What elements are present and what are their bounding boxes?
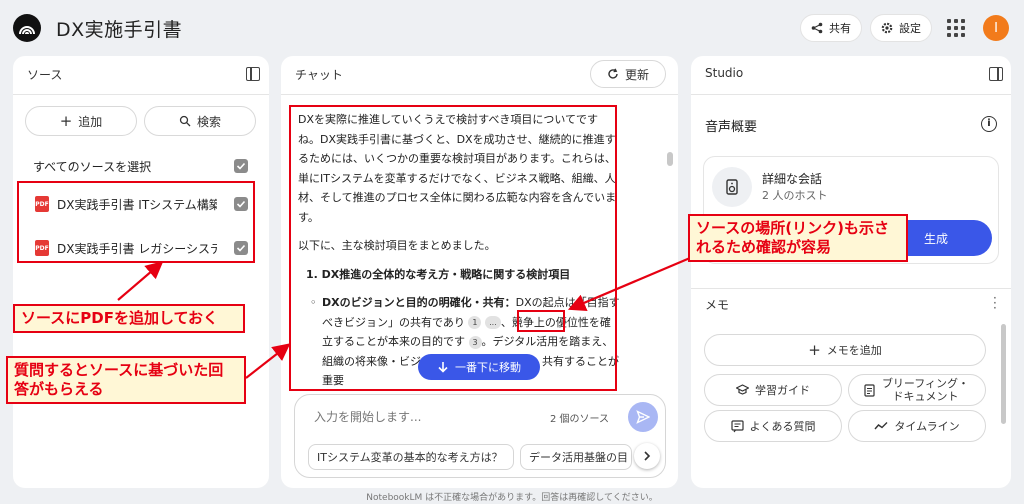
callout-answer: 質問するとソースに基づいた回答がもらえる <box>6 356 246 404</box>
divider <box>691 288 1011 289</box>
briefing-doc-label: ブリーフィング・ドキュメント <box>881 377 970 403</box>
refresh-label: 更新 <box>624 67 649 82</box>
share-button[interactable]: 共有 <box>800 14 862 42</box>
study-guide-label: 学習ガイド <box>755 383 810 397</box>
chat-scrollbar[interactable] <box>667 152 673 166</box>
source-panel-title: ソース <box>27 68 63 82</box>
add-source-label: 追加 <box>78 114 103 129</box>
timeline-button[interactable]: タイムライン <box>848 410 986 442</box>
callout-link: ソースの場所(リンク)も示されるため確認が容易 <box>688 214 908 262</box>
refresh-button[interactable]: 更新 <box>590 60 666 88</box>
divider <box>13 94 269 95</box>
add-memo-label: メモを追加 <box>826 343 882 357</box>
user-avatar[interactable]: I <box>983 15 1009 41</box>
discover-search-icon <box>179 115 191 127</box>
share-icon <box>811 22 823 34</box>
audio-card-title: 詳細な会話 <box>762 172 823 186</box>
share-label: 共有 <box>829 22 851 35</box>
quiz-icon <box>730 419 744 432</box>
studio-scrollbar[interactable] <box>1001 324 1006 424</box>
refresh-icon <box>608 68 618 79</box>
plus-icon: + <box>59 112 73 130</box>
timeline-label: タイムライン <box>894 419 960 433</box>
annotation-answer-box <box>289 105 617 391</box>
select-all-checkbox[interactable] <box>234 159 248 173</box>
callout-add-pdf: ソースにPDFを追加しておく <box>13 304 245 333</box>
send-button[interactable] <box>628 402 658 432</box>
divider <box>281 94 678 95</box>
collapse-panel-icon[interactable] <box>989 67 1003 81</box>
memo-title: メモ <box>705 298 730 312</box>
annotation-sources-box <box>17 181 255 263</box>
source-count: 2 個のソース <box>550 414 610 425</box>
school-icon <box>736 384 749 395</box>
chat-input-placeholder[interactable]: 入力を開始します... <box>314 408 421 425</box>
chat-panel-title: チャット <box>295 68 343 82</box>
speaker-icon <box>712 167 752 207</box>
search-source-label: 検索 <box>196 114 221 129</box>
send-icon <box>636 410 650 424</box>
add-source-button[interactable]: + 追加 <box>25 106 137 136</box>
divider <box>691 94 1011 95</box>
more-vert-icon[interactable]: · · · <box>993 292 997 314</box>
collapse-panel-icon[interactable] <box>246 67 260 81</box>
suggestion-chip[interactable]: ITシステム変革の基本的な考え方は？ <box>308 444 514 470</box>
audio-card-subtitle: 2 人のホスト <box>762 189 828 202</box>
annotation-citation-box <box>517 310 565 332</box>
apps-grid-icon[interactable] <box>947 19 965 37</box>
notebook-title[interactable]: DX実施手引書 <box>56 15 182 42</box>
study-guide-button[interactable]: 学習ガイド <box>704 374 842 406</box>
document-icon <box>863 383 875 397</box>
gear-icon <box>881 22 893 34</box>
top-bar: DX実施手引書 共有 設定 I <box>0 0 1024 56</box>
select-all-label: すべてのソースを選択 <box>33 160 152 174</box>
footer-disclaimer: NotebookLM は不正確な場合があります。回答は再確認してください。 <box>366 493 658 503</box>
briefing-doc-button[interactable]: ブリーフィング・ドキュメント <box>848 374 986 406</box>
notebooklm-logo-icon[interactable] <box>13 14 41 42</box>
next-suggestions-button[interactable] <box>634 443 660 469</box>
faq-button[interactable]: よくある質問 <box>704 410 842 442</box>
faq-label: よくある質問 <box>749 419 816 433</box>
source-panel: ソース + 追加 検索 すべてのソースを選択 PDF DX実践手引書 ITシステ… <box>13 56 269 488</box>
settings-button[interactable]: 設定 <box>870 14 932 42</box>
audio-overview-title: 音声概要 <box>705 120 758 135</box>
info-icon[interactable]: i <box>981 116 997 132</box>
settings-label: 設定 <box>899 22 921 35</box>
chevron-right-icon <box>644 451 651 461</box>
search-source-button[interactable]: 検索 <box>144 106 256 136</box>
add-memo-button[interactable]: + メモを追加 <box>704 334 986 366</box>
plus-icon: + <box>808 340 821 359</box>
studio-panel-title: Studio <box>705 66 744 80</box>
suggestion-chip[interactable]: データ活用基盤の目 <box>520 444 632 470</box>
timeline-icon <box>874 422 888 430</box>
